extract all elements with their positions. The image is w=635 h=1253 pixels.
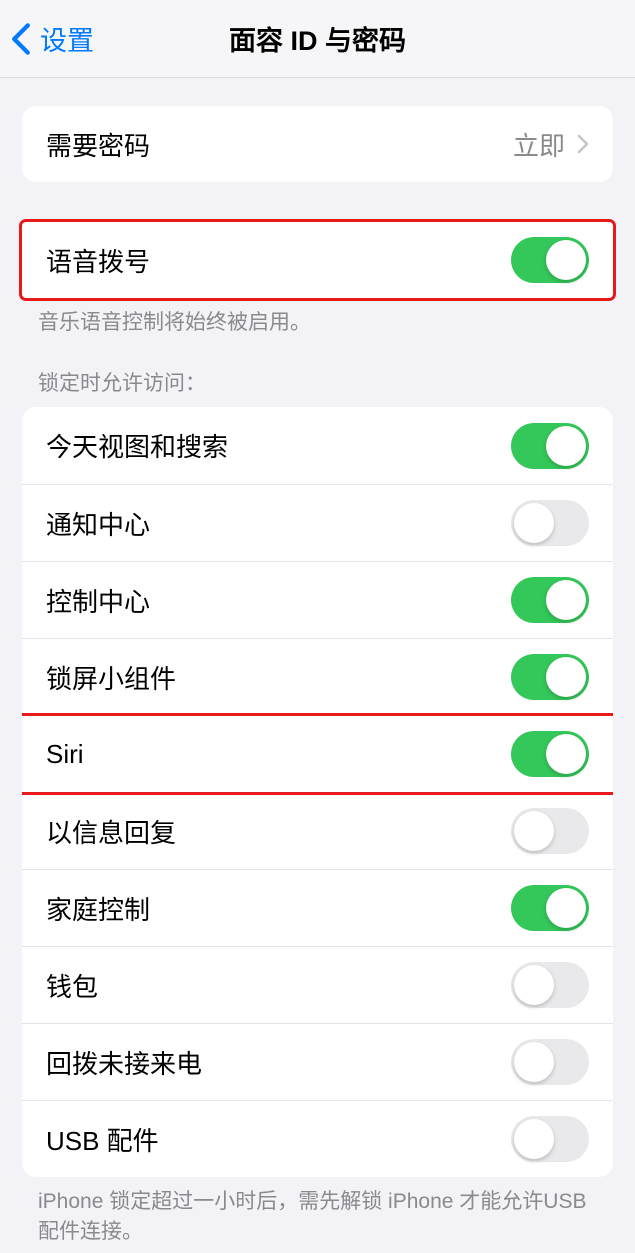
chevron-right-icon [577, 133, 589, 155]
toggle-knob [546, 888, 586, 928]
toggle-knob [514, 1119, 554, 1159]
toggle-lock-access-item[interactable] [511, 885, 589, 931]
toggle-knob [546, 426, 586, 466]
row-label: 语音拨号 [46, 242, 150, 279]
toggle-knob [546, 240, 586, 280]
row-label: Siri [46, 739, 84, 770]
row-lock-access-item: Siri [22, 715, 613, 792]
row-label: 回拨未接来电 [46, 1044, 202, 1081]
section-lock-access: 今天视图和搜索通知中心控制中心锁屏小组件 Siri 以信息回复家庭控制钱包回拨未接来… [22, 407, 613, 1177]
toggle-lock-access-item[interactable] [511, 654, 589, 700]
toggle-knob [514, 1042, 554, 1082]
section-voice-dial: 语音拨号 [22, 222, 613, 298]
toggle-knob [546, 734, 586, 774]
row-lock-access-item: 以信息回复 [22, 792, 613, 869]
lock-access-header: 锁定时允许访问： [38, 367, 597, 397]
back-button[interactable]: 设置 [10, 19, 94, 58]
row-value: 立即 [513, 126, 565, 163]
page-title: 面容 ID 与密码 [0, 19, 635, 58]
toggle-lock-access-item[interactable] [511, 1116, 589, 1162]
row-label: 通知中心 [46, 505, 150, 542]
toggle-lock-access-item[interactable] [511, 500, 589, 546]
row-lock-access-item: USB 配件 [22, 1100, 613, 1177]
row-lock-access-item: 家庭控制 [22, 869, 613, 946]
row-label: 家庭控制 [46, 890, 150, 927]
row-label: 今天视图和搜索 [46, 427, 228, 464]
row-label: 钱包 [46, 967, 98, 1004]
row-lock-access-item: 回拨未接来电 [22, 1023, 613, 1100]
row-label: 锁屏小组件 [46, 659, 176, 696]
toggle-lock-access-item[interactable] [511, 577, 589, 623]
row-label: 以信息回复 [46, 813, 176, 850]
toggle-lock-access-item[interactable] [511, 423, 589, 469]
row-lock-access-item: 钱包 [22, 946, 613, 1023]
chevron-left-icon [10, 22, 32, 56]
toggle-lock-access-item[interactable] [511, 808, 589, 854]
toggle-knob [514, 965, 554, 1005]
toggle-knob [514, 811, 554, 851]
toggle-knob [546, 580, 586, 620]
section-require-passcode: 需要密码 立即 [22, 106, 613, 182]
row-require-passcode[interactable]: 需要密码 立即 [22, 106, 613, 182]
toggle-knob [546, 657, 586, 697]
row-label: 需要密码 [46, 126, 150, 163]
row-right: 立即 [513, 126, 589, 163]
nav-header: 设置 面容 ID 与密码 [0, 0, 635, 78]
row-lock-access-item: 今天视图和搜索 [22, 407, 613, 484]
row-label: USB 配件 [46, 1121, 159, 1158]
row-voice-dial: 语音拨号 [22, 222, 613, 298]
voice-dial-footer: 音乐语音控制将始终被启用。 [38, 308, 597, 337]
row-label: 控制中心 [46, 582, 150, 619]
toggle-voice-dial[interactable] [511, 237, 589, 283]
toggle-lock-access-item[interactable] [511, 731, 589, 777]
row-lock-access-item: 通知中心 [22, 484, 613, 561]
toggle-lock-access-item[interactable] [511, 1039, 589, 1085]
back-label: 设置 [40, 19, 94, 58]
lock-access-footer: iPhone 锁定超过一小时后，需先解锁 iPhone 才能允许USB 配件连接… [38, 1187, 597, 1246]
toggle-lock-access-item[interactable] [511, 962, 589, 1008]
row-lock-access-item: 控制中心 [22, 561, 613, 638]
toggle-knob [514, 503, 554, 543]
row-lock-access-item: 锁屏小组件 [22, 638, 613, 715]
